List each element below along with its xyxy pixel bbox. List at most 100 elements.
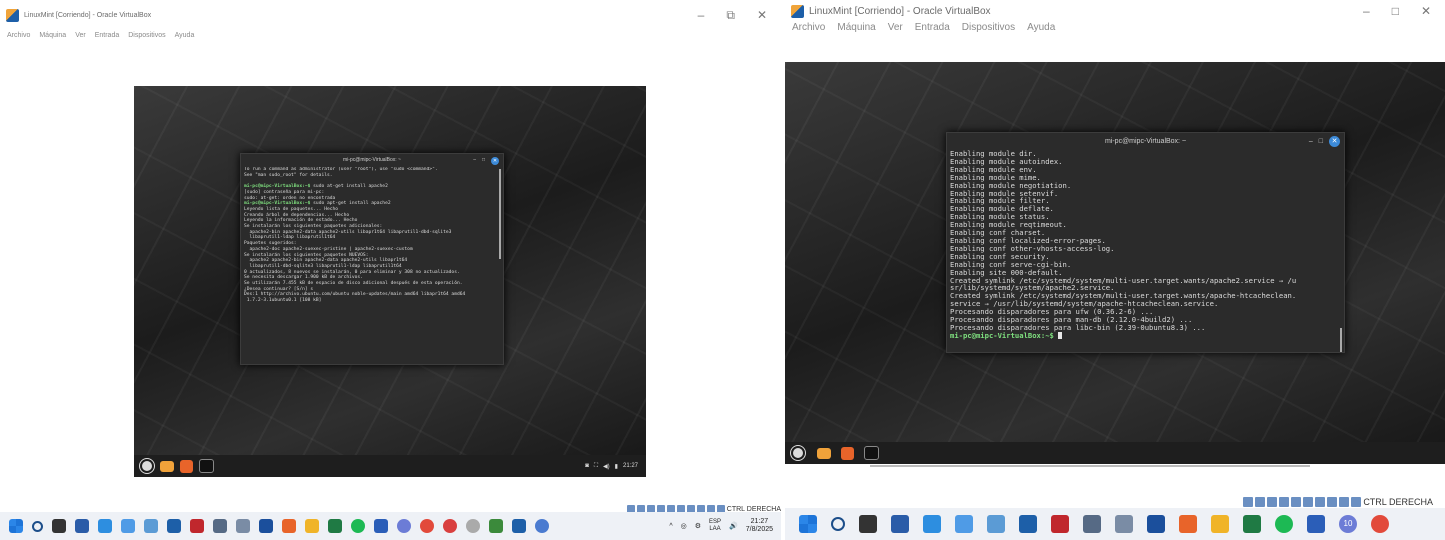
- terminal-minimize-icon[interactable]: –: [473, 154, 476, 167]
- terminal-launcher-icon[interactable]: [199, 459, 214, 473]
- terminal-scrollbar[interactable]: [1340, 328, 1342, 352]
- close-icon[interactable]: ✕: [757, 8, 767, 23]
- opera-icon[interactable]: [443, 519, 457, 533]
- app-icon[interactable]: [121, 519, 135, 533]
- terminal-output[interactable]: Enabling module dir. Enabling module auto…: [947, 150, 1344, 340]
- tool-icon[interactable]: [1083, 515, 1101, 533]
- menu-ver[interactable]: Ver: [888, 22, 903, 38]
- tool-icon[interactable]: [213, 519, 227, 533]
- wifi-status-icon[interactable]: ⚙: [695, 522, 701, 530]
- terminal-output[interactable]: To run a command as administrator (user …: [241, 167, 503, 304]
- restore-icon[interactable]: ⧉: [726, 8, 735, 23]
- windows-start-icon[interactable]: [9, 519, 23, 533]
- virtualbox-taskbar-icon[interactable]: [512, 519, 526, 533]
- volume-icon[interactable]: ◀): [603, 463, 610, 470]
- terminal-minimize-icon[interactable]: –: [1309, 133, 1313, 150]
- recording-status-icon[interactable]: [1327, 497, 1338, 507]
- code-icon[interactable]: [489, 519, 503, 533]
- firefox-icon[interactable]: [841, 446, 854, 460]
- display-status-icon[interactable]: [1315, 497, 1326, 507]
- language-indicator[interactable]: ESP LAA: [709, 519, 721, 533]
- minimize-icon[interactable]: –: [1363, 4, 1370, 18]
- search-icon[interactable]: [831, 517, 845, 531]
- firefox-icon[interactable]: [180, 459, 193, 473]
- optical-status-icon[interactable]: [1255, 497, 1266, 507]
- menu-entrada[interactable]: Entrada: [915, 22, 950, 38]
- menu-dispositivos[interactable]: Dispositivos: [962, 22, 1015, 38]
- shield-icon[interactable]: ◙: [585, 463, 589, 469]
- edge-icon[interactable]: [98, 519, 112, 533]
- edge-icon[interactable]: [923, 515, 941, 533]
- files-icon[interactable]: [817, 447, 831, 459]
- security-icon[interactable]: ◎: [681, 522, 687, 530]
- excel-icon[interactable]: [328, 519, 342, 533]
- file-explorer-icon[interactable]: [305, 519, 319, 533]
- speaker-icon[interactable]: 🔊: [729, 522, 738, 530]
- notepad-icon[interactable]: [1019, 515, 1037, 533]
- terminal-maximize-icon[interactable]: □: [482, 154, 485, 167]
- menu-archivo[interactable]: Archivo: [7, 32, 30, 46]
- terminal-scrollbar[interactable]: [499, 169, 501, 259]
- notepad-icon[interactable]: [167, 519, 181, 533]
- chrome-profile-icon[interactable]: 10: [1339, 515, 1357, 533]
- settings-icon[interactable]: [466, 519, 480, 533]
- office-icon[interactable]: [282, 519, 296, 533]
- menu-ayuda[interactable]: Ayuda: [1027, 22, 1055, 38]
- menu-maquina[interactable]: Máquina: [39, 32, 66, 46]
- netflix-icon[interactable]: [190, 519, 204, 533]
- terminal-launcher-icon[interactable]: [864, 446, 879, 460]
- task-view-icon[interactable]: [859, 515, 877, 533]
- terminal-window[interactable]: mi-pc@mipc-VirtualBox: ~ – □ ✕ To run a …: [240, 153, 504, 365]
- menu-ver[interactable]: Ver: [75, 32, 86, 46]
- task-view-icon[interactable]: [52, 519, 66, 533]
- menu-entrada[interactable]: Entrada: [95, 32, 120, 46]
- hdd-status-icon[interactable]: [1243, 497, 1254, 507]
- menu-maquina[interactable]: Máquina: [837, 22, 875, 38]
- calculator-icon[interactable]: [1115, 515, 1133, 533]
- files-icon[interactable]: [160, 460, 174, 472]
- chrome-icon[interactable]: [1371, 515, 1389, 533]
- word-icon[interactable]: [1307, 515, 1325, 533]
- mint-menu-icon[interactable]: [791, 446, 805, 460]
- office-icon[interactable]: [1179, 515, 1197, 533]
- terminal-maximize-icon[interactable]: □: [1319, 133, 1323, 150]
- vm-display[interactable]: mi-pc@mipc-VirtualBox: ~ – □ ✕ Enabling …: [785, 62, 1445, 464]
- netflix-icon[interactable]: [1051, 515, 1069, 533]
- mint-clock[interactable]: 21:27: [623, 463, 638, 469]
- spotify-icon[interactable]: [351, 519, 365, 533]
- usb-status-icon[interactable]: [1291, 497, 1302, 507]
- terminal-close-icon[interactable]: ✕: [491, 156, 499, 165]
- menu-dispositivos[interactable]: Dispositivos: [128, 32, 165, 46]
- photos-icon[interactable]: [987, 515, 1005, 533]
- network-icon[interactable]: ⛶: [594, 463, 598, 470]
- photos-icon[interactable]: [144, 519, 158, 533]
- minimize-icon[interactable]: –: [698, 8, 705, 23]
- terminal-window[interactable]: mi-pc@mipc-VirtualBox: ~ – □ ✕ Enabling …: [946, 132, 1345, 353]
- close-icon[interactable]: ✕: [1421, 4, 1431, 18]
- terminal-close-icon[interactable]: ✕: [1329, 136, 1340, 147]
- chat-icon[interactable]: [535, 519, 549, 533]
- excel-icon[interactable]: [1243, 515, 1261, 533]
- chrome-profile-icon[interactable]: [397, 519, 411, 533]
- menu-ayuda[interactable]: Ayuda: [175, 32, 195, 46]
- chevron-up-icon[interactable]: ^: [669, 523, 672, 530]
- shared-folder-icon[interactable]: [1303, 497, 1314, 507]
- cpu-status-icon[interactable]: [1339, 497, 1350, 507]
- menu-archivo[interactable]: Archivo: [792, 22, 825, 38]
- clock[interactable]: 21:27 7/8/2025: [746, 518, 773, 534]
- chrome-icon[interactable]: [420, 519, 434, 533]
- search-icon[interactable]: [32, 520, 43, 532]
- calculator-icon[interactable]: [236, 519, 250, 533]
- audio-status-icon[interactable]: [1267, 497, 1278, 507]
- spotify-icon[interactable]: [1275, 515, 1293, 533]
- network-status-icon[interactable]: [1279, 497, 1290, 507]
- vm-display[interactable]: mi-pc@mipc-VirtualBox: ~ – □ ✕ To run a …: [134, 86, 646, 477]
- mint-menu-icon[interactable]: [140, 459, 154, 473]
- app-l-icon[interactable]: [1147, 515, 1165, 533]
- file-explorer-icon[interactable]: [1211, 515, 1229, 533]
- windows-start-icon[interactable]: [799, 515, 817, 533]
- app-l-icon[interactable]: [259, 519, 273, 533]
- widgets-icon[interactable]: [891, 515, 909, 533]
- mouse-status-icon[interactable]: [1351, 497, 1362, 507]
- battery-icon[interactable]: ▮: [615, 463, 618, 470]
